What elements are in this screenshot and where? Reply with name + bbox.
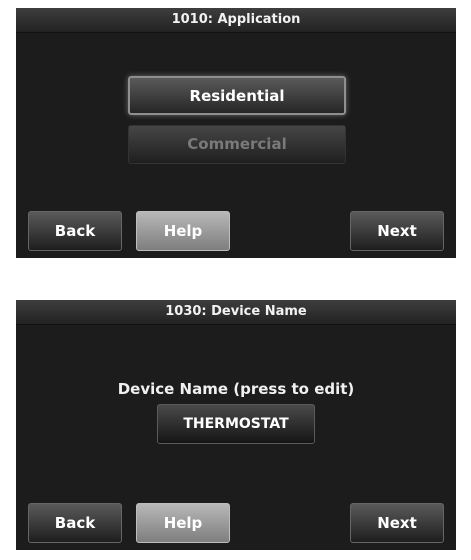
device-name-screen: 1030: Device Name Device Name (press to …	[16, 300, 456, 550]
next-button[interactable]: Next	[350, 503, 444, 543]
title-bar: 1010: Application	[16, 8, 456, 33]
title-bar: 1030: Device Name	[16, 300, 456, 325]
back-button[interactable]: Back	[28, 211, 122, 251]
help-button[interactable]: Help	[136, 503, 230, 543]
application-screen: 1010: Application Residential Commercial…	[16, 8, 456, 258]
help-button[interactable]: Help	[136, 211, 230, 251]
residential-option-button[interactable]: Residential	[128, 76, 346, 115]
next-button[interactable]: Next	[350, 211, 444, 251]
screen-title: 1030: Device Name	[165, 304, 307, 319]
back-button[interactable]: Back	[28, 503, 122, 543]
device-name-prompt: Device Name (press to edit)	[117, 380, 355, 398]
device-name-edit-button[interactable]: THERMOSTAT	[157, 404, 315, 444]
commercial-option-button[interactable]: Commercial	[128, 125, 346, 164]
screen-title: 1010: Application	[171, 12, 301, 27]
